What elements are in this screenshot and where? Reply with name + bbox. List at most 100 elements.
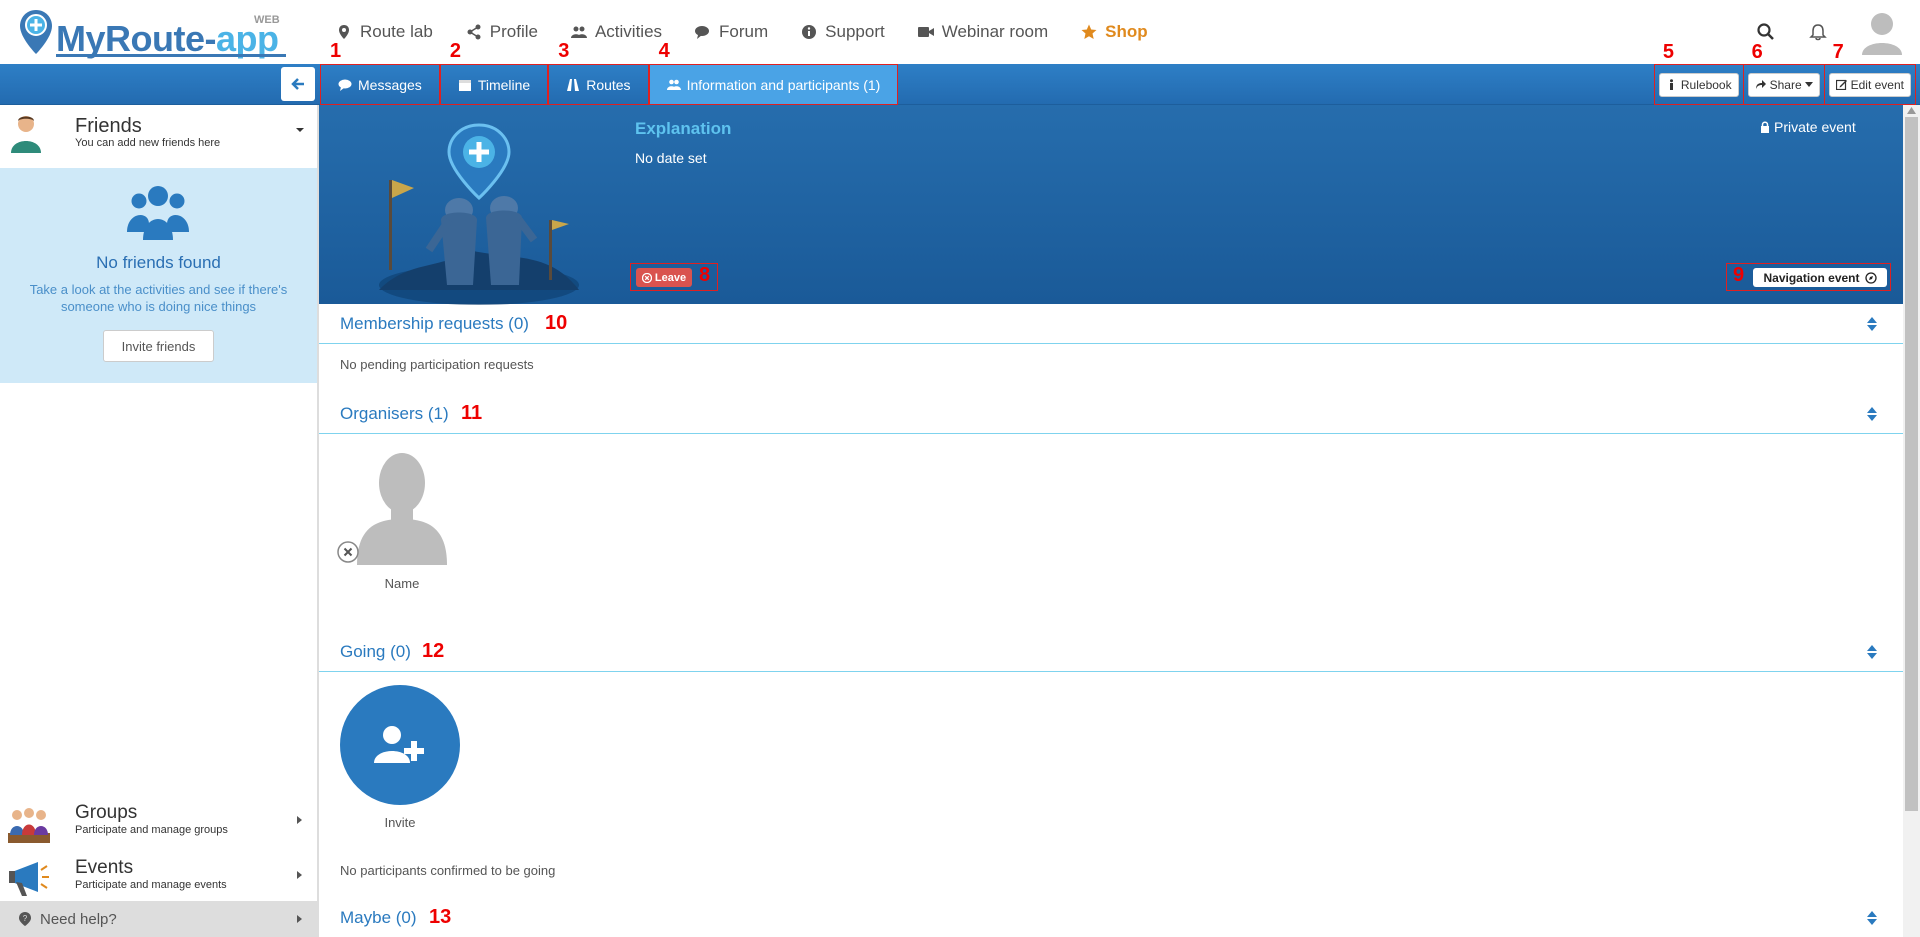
annotation-number: 12	[422, 640, 445, 662]
tab-messages[interactable]: 1 Messages	[320, 40, 440, 105]
nav-support[interactable]: Support	[801, 0, 885, 64]
groups-title: Groups	[75, 802, 138, 823]
tab-label: Routes	[586, 76, 631, 93]
comments-icon	[695, 26, 710, 39]
user-avatar[interactable]	[1860, 9, 1904, 57]
rulebook-box: 5 Rulebook	[1653, 41, 1744, 105]
nav-label: Webinar room	[941, 22, 1049, 41]
annotation-number: 9	[1733, 264, 1745, 286]
nav-label: Profile	[489, 22, 538, 41]
svg-text:?: ?	[23, 914, 28, 923]
share-nodes-icon	[467, 24, 481, 40]
navigation-event-button[interactable]: Navigation event	[1753, 268, 1887, 287]
navigation-event-annotation-box: 9 Navigation event	[1726, 263, 1891, 291]
caret-down-icon	[1804, 82, 1813, 87]
caret-right-icon	[297, 871, 302, 879]
bell-icon[interactable]	[1808, 22, 1828, 42]
annotation-number: 6	[1751, 41, 1763, 63]
event-illustration-icon	[379, 123, 579, 305]
nav-label: Support	[825, 22, 885, 41]
users-icon	[127, 186, 189, 240]
info-icon	[802, 25, 817, 39]
user-plus-icon	[374, 726, 424, 763]
default-avatar-icon	[357, 453, 447, 565]
scroll-thumb[interactable]	[1905, 117, 1918, 811]
annotation-number: 13	[429, 906, 452, 928]
app-logo[interactable]: MyRoute-app WEB	[18, 8, 288, 60]
tab-information-participants[interactable]: 4 Information and participants (1)	[648, 40, 899, 105]
invite-participant-button[interactable]	[340, 685, 460, 805]
event-title: Explanation	[635, 119, 732, 138]
leave-button[interactable]: Leave	[636, 268, 692, 287]
compass-icon	[1864, 271, 1877, 284]
groups-subtitle: Participate and manage groups	[75, 824, 228, 836]
annotation-number: 1	[330, 40, 342, 62]
annotation-number: 4	[658, 40, 670, 62]
membership-requests-title[interactable]: Membership requests (0)	[340, 314, 529, 334]
event-date: No date set	[635, 150, 707, 166]
membership-requests-header: Membership requests (0) 10	[319, 304, 1903, 344]
button-label: Rulebook	[1680, 77, 1732, 92]
edit-icon	[1835, 79, 1847, 90]
edit-event-button[interactable]: Edit event	[1828, 72, 1911, 97]
tab-routes[interactable]: 3 Routes	[548, 40, 649, 105]
annotation-number: 7	[1832, 41, 1844, 63]
nav-activities[interactable]: Activities	[570, 0, 663, 64]
organiser-card[interactable]: Name	[337, 447, 447, 591]
nav-label: Route lab	[360, 22, 433, 41]
event-banner: Explanation No date set Private event Le…	[319, 105, 1903, 305]
sort-icon[interactable]	[1866, 910, 1878, 926]
sidebar-item-events[interactable]: Events Participate and manage events	[0, 850, 317, 905]
no-friends-text: Take a look at the activities and see if…	[29, 282, 288, 314]
tab-timeline-wrap: 2 Timeline	[439, 40, 549, 105]
going-title[interactable]: Going (0)	[340, 642, 411, 662]
leave-annotation-box: Leave 8	[630, 263, 718, 291]
sort-icon[interactable]	[1866, 316, 1878, 332]
organisers-title[interactable]: Organisers (1)	[340, 404, 449, 424]
remove-organiser-icon[interactable]	[337, 541, 359, 563]
logo-web-badge: WEB	[254, 14, 280, 26]
maybe-header: Maybe (0) 13	[319, 898, 1903, 937]
comments-icon	[338, 79, 352, 91]
share-button[interactable]: Share	[1747, 72, 1820, 97]
nav-label: Activities	[594, 22, 663, 41]
megaphone-icon	[9, 862, 49, 896]
collapse-sidebar-button[interactable]	[281, 67, 315, 101]
no-friends-panel: No friends found Take a look at the acti…	[0, 168, 317, 383]
nav-profile[interactable]: Profile	[466, 0, 538, 64]
scroll-up-arrow-icon[interactable]	[1907, 107, 1916, 114]
rulebook-button[interactable]: Rulebook	[1658, 72, 1739, 97]
logo-pin-icon	[20, 10, 52, 54]
caret-right-icon	[297, 816, 302, 824]
sort-icon[interactable]	[1866, 644, 1878, 660]
events-subtitle: Participate and manage events	[75, 879, 227, 891]
main-content: Explanation No date set Private event Le…	[319, 105, 1903, 937]
annotation-number: 10	[545, 312, 568, 334]
sort-icon[interactable]	[1866, 406, 1878, 422]
main-scrollbar[interactable]	[1903, 105, 1920, 937]
button-label: Edit event	[1850, 77, 1904, 92]
nav-forum[interactable]: Forum	[695, 0, 768, 64]
tab-information-wrap: 4 Information and participants (1)	[648, 40, 899, 105]
tab-timeline[interactable]: 2 Timeline	[439, 40, 549, 105]
invite-friends-button[interactable]: Invite friends	[103, 330, 214, 362]
nav-shop[interactable]: Shop	[1081, 0, 1148, 64]
need-help-label: Need help?	[40, 910, 117, 928]
video-camera-icon	[917, 27, 934, 37]
nav-route-lab[interactable]: Route lab	[336, 0, 433, 64]
star-icon	[1081, 24, 1097, 39]
users-icon	[666, 79, 681, 90]
friends-header[interactable]: Friends You can add new friends here	[0, 105, 317, 168]
events-title: Events	[75, 857, 134, 878]
tab-label: Messages	[358, 76, 422, 93]
arrow-left-icon	[291, 78, 304, 90]
going-empty-text: No participants confirmed to be going	[340, 863, 556, 878]
maybe-title[interactable]: Maybe (0)	[340, 908, 417, 928]
map-marker-icon	[339, 25, 349, 39]
search-icon[interactable]	[1756, 22, 1776, 42]
need-help-button[interactable]: ? Need help?	[0, 901, 317, 937]
person-icon	[11, 116, 41, 153]
sidebar-item-groups[interactable]: Groups Participate and manage groups	[0, 795, 317, 850]
share-arrow-icon	[1755, 80, 1766, 89]
nav-webinar-room[interactable]: Webinar room	[917, 0, 1049, 64]
